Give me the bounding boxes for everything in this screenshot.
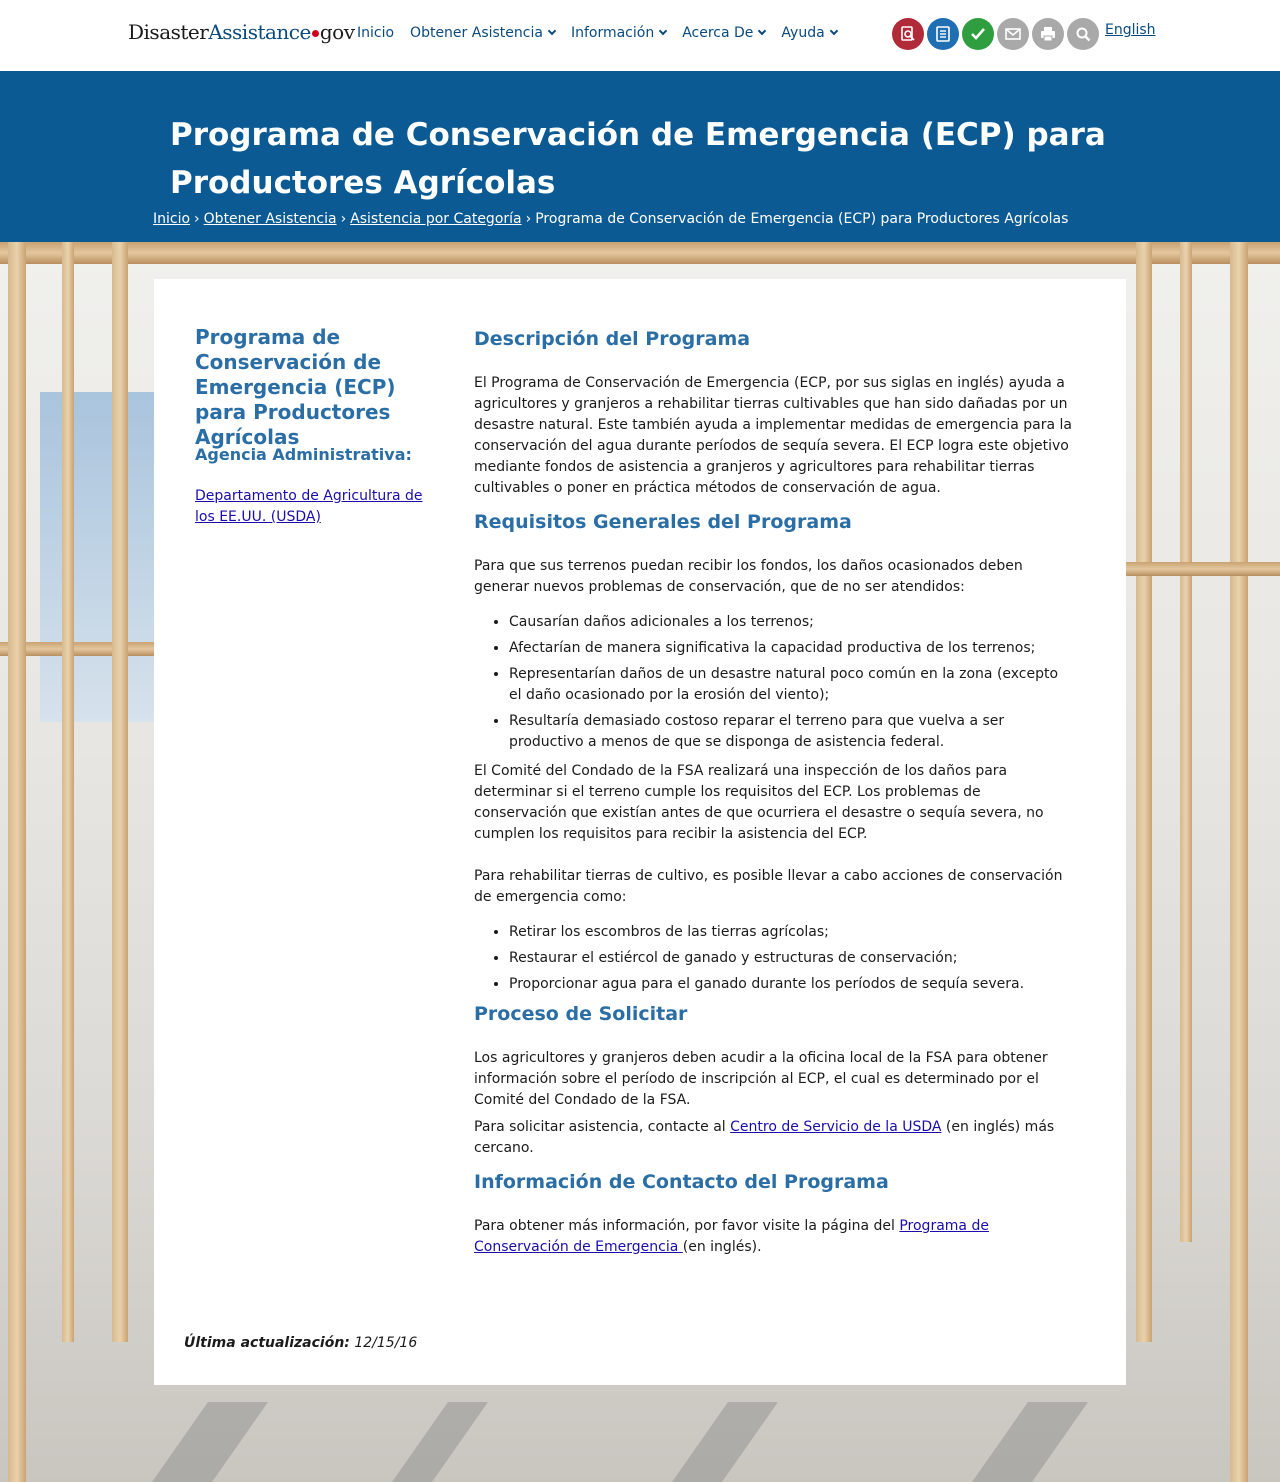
site-logo[interactable]: DisasterAssistance gov (128, 20, 355, 44)
last-updated-label: Última actualización: (184, 1335, 350, 1351)
process-text-2-before: Para solicitar asistencia, contacte al (474, 1119, 731, 1135)
list-item: Restaurar el estiércol de ganado y estru… (509, 948, 1074, 969)
sidebar-agency-label: Agencia Administrativa: (195, 445, 412, 464)
logo-text-disaster: Disaster (128, 20, 209, 44)
list-item: Proporcionar agua para el ganado durante… (509, 974, 1074, 995)
main-menu: Inicio Obtener Asistencia Información Ac… (357, 25, 853, 41)
background-shadow (671, 1402, 779, 1482)
nav-item-inicio[interactable]: Inicio (357, 25, 394, 41)
print-icon[interactable] (1032, 18, 1064, 50)
nav-item-ayuda[interactable]: Ayuda (781, 25, 838, 41)
heading-requisitos: Requisitos Generales del Programa (474, 511, 852, 533)
language-link-english[interactable]: English (1105, 22, 1156, 38)
contact-text: Para obtener más información, por favor … (474, 1216, 1074, 1258)
breadcrumb-link-inicio[interactable]: Inicio (153, 211, 190, 227)
page-banner: Programa de Conservación de Emergencia (… (0, 71, 1280, 242)
background-stud (1230, 242, 1248, 1482)
chevron-down-icon (758, 26, 767, 36)
breadcrumb-link-obtener-asistencia[interactable]: Obtener Asistencia (204, 211, 337, 227)
sidebar-agency-link-usda[interactable]: Departamento de Agricultura de los EE.UU… (195, 486, 445, 528)
nav-item-informacion[interactable]: Información (570, 25, 668, 41)
nav-label: Inicio (357, 25, 395, 41)
actions-intro: Para rehabilitar tierras de cultivo, es … (474, 868, 1063, 905)
logo-dot (311, 30, 319, 37)
background-stud (112, 242, 128, 1342)
background-stud (8, 242, 26, 1482)
background-shadow (971, 1402, 1089, 1482)
nav-label: Ayuda (781, 25, 825, 41)
background-shadow (151, 1402, 269, 1482)
background-beam (0, 242, 1280, 264)
toolbar-icons (892, 18, 1099, 50)
content-card: Programa de Conservación de Emergencia (… (154, 279, 1126, 1385)
logo-text-gov: gov (319, 20, 355, 44)
magnifier-icon[interactable] (1067, 18, 1099, 50)
background-shadow (391, 1402, 489, 1482)
main-content: Descripción del Programa El Programa de … (474, 326, 1074, 1258)
background-stud (1180, 242, 1192, 1242)
contact-text-after: (en inglés). (682, 1239, 762, 1255)
breadcrumb-separator: › (194, 211, 200, 227)
inspection-text: El Comité del Condado de la FSA realizar… (474, 763, 1044, 842)
nav-label: Obtener Asistencia (410, 25, 543, 41)
list-item: Resultaría demasiado costoso reparar el … (509, 711, 1074, 753)
background-sky (40, 392, 160, 722)
process-text-1: Los agricultores y granjeros deben acudi… (474, 1050, 1048, 1108)
background-beam (1126, 562, 1280, 576)
top-navigation: DisasterAssistance gov Inicio Obtener Asi… (0, 0, 1280, 71)
logo-text-assistance: Assistance (208, 20, 311, 44)
breadcrumb-current: Programa de Conservación de Emergencia (… (535, 211, 1069, 227)
heading-proceso: Proceso de Solicitar (474, 1003, 688, 1025)
background-stud (1136, 242, 1152, 1342)
last-updated-date: 12/15/16 (354, 1335, 418, 1351)
process-text-2: Para solicitar asistencia, contacte al C… (474, 1117, 1074, 1159)
nav-item-acerca-de[interactable]: Acerca De (682, 25, 767, 41)
checkmark-icon[interactable] (962, 18, 994, 50)
nav-label: Información (570, 25, 655, 41)
list-item: Causarían daños adicionales a los terren… (509, 612, 1074, 633)
description-text: El Programa de Conservación de Emergenci… (474, 375, 1072, 496)
breadcrumb-separator: › (525, 211, 532, 227)
requirements-list: Causarían daños adicionales a los terren… (474, 612, 1074, 753)
email-icon[interactable] (997, 18, 1029, 50)
heading-contacto: Información de Contacto del Programa (474, 1171, 889, 1193)
chevron-down-icon (658, 26, 668, 36)
search-document-icon[interactable] (892, 18, 924, 50)
list-item: Representarían daños de un desastre natu… (509, 664, 1074, 706)
background-stud (62, 242, 74, 1342)
usda-service-center-link[interactable]: Centro de Servicio de la USDA (730, 1119, 941, 1135)
page-title: Programa de Conservación de Emergencia (… (170, 117, 1106, 201)
list-item: Afectarían de manera significativa la ca… (509, 638, 1074, 659)
last-updated: Última actualización: 12/15/16 (184, 1335, 417, 1351)
nav-item-obtener-asistencia[interactable]: Obtener Asistencia (410, 25, 557, 41)
requirements-intro: Para que sus terrenos puedan recibir los… (474, 558, 1023, 595)
breadcrumb: Inicio › Obtener Asistencia › Asistencia por… (153, 211, 1068, 227)
contact-text-before: Para obtener más información, por favor … (474, 1218, 900, 1234)
breadcrumb-link-asistencia-por-categoria[interactable]: Asistencia por Categoría (350, 211, 521, 227)
chevron-down-icon (547, 26, 557, 36)
checklist-icon[interactable] (927, 18, 959, 50)
chevron-down-icon (829, 26, 838, 36)
actions-list: Retirar los escombros de las tierras agr… (474, 922, 1074, 995)
list-item: Retirar los escombros de las tierras agr… (509, 922, 1074, 943)
breadcrumb-separator: › (340, 211, 347, 227)
heading-descripcion: Descripción del Programa (474, 328, 751, 350)
nav-label: Acerca De (682, 25, 754, 41)
sidebar-title: Programa de Conservación de Emergencia (… (195, 325, 396, 449)
